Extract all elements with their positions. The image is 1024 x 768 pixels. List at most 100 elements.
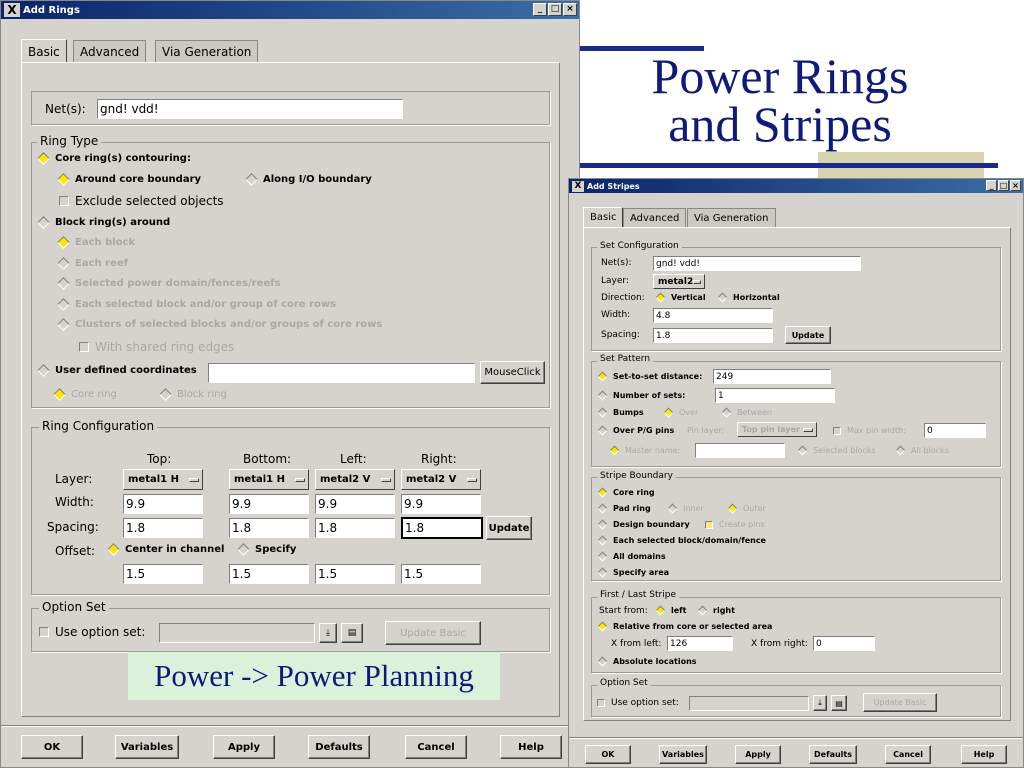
core-ring-radio[interactable]: Core ring(s) contouring: [37,152,191,165]
max-pin-checkbox[interactable]: Max pin width: [833,426,906,435]
along-io-radio[interactable]: Along I/O boundary [245,173,372,186]
stripes-cancel-button[interactable]: Cancel [885,745,931,764]
exclude-checkbox[interactable]: Exclude selected objects [59,194,224,208]
rings-apply-button[interactable]: Apply [213,735,275,759]
clusters-radio[interactable]: Clusters of selected blocks and/or group… [57,318,382,331]
stripes-help-button[interactable]: Help [961,745,1007,764]
rings-update-basic-button[interactable]: Update Basic [385,621,481,645]
stripes-save-icon[interactable]: ▤ [831,695,847,711]
stripes-spacing-input[interactable]: 1.8 [653,328,773,343]
ring-update-button[interactable]: Update [486,516,532,540]
between-radio[interactable]: Between [721,407,772,418]
set-to-set-radio[interactable]: Set-to-set distance: [597,371,702,382]
all-blocks-radio[interactable]: All blocks [895,445,949,456]
set-to-set-input[interactable]: 249 [713,369,831,384]
stripes-titlebar[interactable]: X Add Stripes _ □ × [569,179,1023,193]
width-right-input[interactable]: 9.9 [401,494,481,514]
sb-outer-radio[interactable]: Outer [727,503,766,514]
offset-top-input[interactable]: 1.5 [123,564,203,584]
offset-bottom-input[interactable]: 1.5 [229,564,309,584]
spacing-top-input[interactable]: 1.8 [123,518,203,538]
each-reef-radio[interactable]: Each reef [57,257,128,270]
user-defined-radio[interactable]: User defined coordinates [37,364,197,377]
rings-nets-input[interactable]: gnd! vdd! [97,99,403,119]
stripes-tab-basic[interactable]: Basic [583,207,624,227]
rings-tab-basic[interactable]: Basic [21,39,67,63]
rings-cancel-button[interactable]: Cancel [405,735,467,759]
rings-tab-advanced[interactable]: Advanced [73,40,147,63]
center-channel-radio[interactable]: Center in channel [107,543,225,556]
stripes-use-option-checkbox[interactable]: Use option set: [597,698,679,708]
over-radio[interactable]: Over [663,407,698,418]
stripes-apply-button[interactable]: Apply [735,745,781,764]
rings-save-icon[interactable]: ▤ [341,623,363,643]
width-left-input[interactable]: 9.9 [315,494,395,514]
sb-create-pins-checkbox[interactable]: Create pins [705,520,765,529]
stripes-variables-button[interactable]: Variables [659,745,707,764]
spacing-left-input[interactable]: 1.8 [315,518,395,538]
layer-bottom-combo[interactable]: metal1 H [229,469,309,490]
core-ring-opt-radio[interactable]: Core ring [53,388,117,401]
block-ring-radio[interactable]: Block ring(s) around [37,216,170,229]
stripes-width-input[interactable]: 4.8 [653,308,773,323]
over-pg-radio[interactable]: Over P/G pins [597,425,674,436]
spacing-right-input[interactable]: 1.8 [401,517,483,539]
stripes-tab-via-generation[interactable]: Via Generation [687,208,776,227]
rings-variables-button[interactable]: Variables [115,735,179,759]
bumps-radio[interactable]: Bumps [597,407,644,418]
layer-right-combo[interactable]: metal2 V [401,469,481,490]
shared-edges-checkbox[interactable]: With shared ring edges [79,340,234,354]
stripes-ok-button[interactable]: OK [585,745,631,764]
stripes-nets-input[interactable]: gnd! vdd! [653,256,861,271]
around-core-radio[interactable]: Around core boundary [57,173,201,186]
close-icon[interactable]: × [563,3,577,16]
sb-specify-area-radio[interactable]: Specify area [597,567,669,578]
stripes-tab-advanced[interactable]: Advanced [623,208,687,227]
stripes-close-icon[interactable]: × [1010,180,1021,191]
num-sets-radio[interactable]: Number of sets: [597,390,685,401]
rings-load-icon[interactable]: ⤓ [319,623,337,643]
width-bottom-input[interactable]: 9.9 [229,494,309,514]
stripes-defaults-button[interactable]: Defaults [809,745,857,764]
width-top-input[interactable]: 9.9 [123,494,203,514]
num-sets-input[interactable]: 1 [715,388,835,403]
absolute-radio[interactable]: Absolute locations [597,656,697,667]
block-ring-opt-radio[interactable]: Block ring [159,388,227,401]
maximize-icon[interactable]: □ [548,3,562,16]
max-pin-input[interactable]: 0 [924,423,986,438]
sb-all-domains-radio[interactable]: All domains [597,551,666,562]
master-name-radio[interactable]: Master name: [609,445,680,456]
rings-ok-button[interactable]: OK [21,735,83,759]
each-block-radio[interactable]: Each block [57,236,135,249]
vertical-radio[interactable]: Vertical [655,292,706,303]
stripes-load-icon[interactable]: ⤓ [813,695,827,711]
stripes-option-set-input[interactable] [689,696,809,711]
selected-blocks-radio[interactable]: Selected blocks [797,445,876,456]
minimize-icon[interactable]: _ [533,3,547,16]
stripes-minimize-icon[interactable]: _ [986,180,997,191]
master-name-input[interactable] [695,443,785,458]
rings-defaults-button[interactable]: Defaults [308,735,370,759]
sb-inner-radio[interactable]: Inner [667,503,704,514]
specify-radio[interactable]: Specify [237,543,296,556]
start-right-radio[interactable]: right [697,605,735,616]
stripes-update-button[interactable]: Update [785,326,831,344]
rings-help-button[interactable]: Help [500,735,562,759]
sb-design-boundary-radio[interactable]: Design boundary [597,519,690,530]
sb-pad-ring-radio[interactable]: Pad ring [597,503,651,514]
offset-left-input[interactable]: 1.5 [315,564,395,584]
spacing-bottom-input[interactable]: 1.8 [229,518,309,538]
sb-core-ring-radio[interactable]: Core ring [597,487,655,498]
start-left-radio[interactable]: left [655,605,686,616]
layer-top-combo[interactable]: metal1 H [123,469,203,490]
horizontal-radio[interactable]: Horizontal [717,292,780,303]
mouse-click-button[interactable]: MouseClick [480,361,545,384]
layer-left-combo[interactable]: metal2 V [315,469,395,490]
rings-tab-via-generation[interactable]: Via Generation [155,40,259,63]
rings-titlebar[interactable]: X Add Rings _ □ × [1,1,579,19]
x-from-left-input[interactable]: 126 [667,636,733,651]
relative-radio[interactable]: Relative from core or selected area [597,621,772,632]
rings-use-option-checkbox[interactable]: Use option set: [39,625,145,639]
each-selected-radio[interactable]: Each selected block and/or group of core… [57,298,336,311]
rings-option-set-input[interactable] [159,623,315,643]
